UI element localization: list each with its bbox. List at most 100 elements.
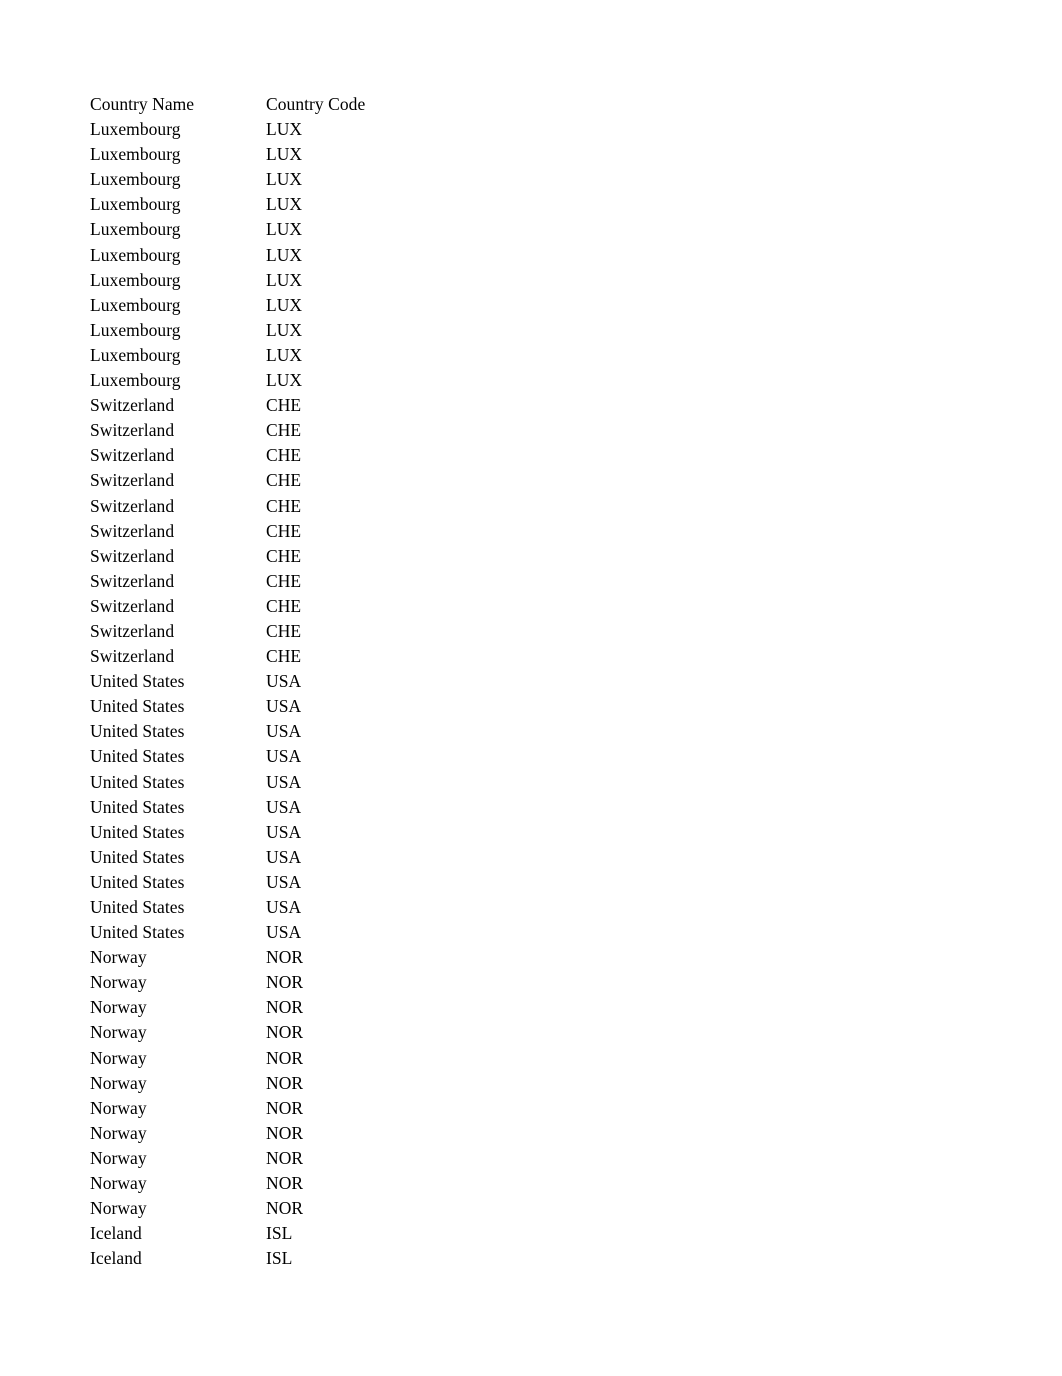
cell-country-code: USA xyxy=(266,746,302,767)
cell-country-code: LUX xyxy=(266,269,303,290)
cell-country-name: Norway xyxy=(90,1198,147,1219)
cell-country-name: Luxembourg xyxy=(90,319,181,340)
cell-country-name: Norway xyxy=(90,1147,147,1168)
table-row: Luxembourg LUX xyxy=(90,343,990,368)
cell-country-code: CHE xyxy=(266,595,302,616)
table-row: Switzerland CHE xyxy=(90,468,990,493)
cell-country-code: USA xyxy=(266,771,302,792)
cell-country-name: Luxembourg xyxy=(90,144,181,165)
table-row: Luxembourg LUX xyxy=(90,167,990,192)
table-row: Switzerland CHE xyxy=(90,443,990,468)
document-page: Country Name Country Code Luxembourg LUX L… xyxy=(0,0,1062,1376)
cell-country-code: LUX xyxy=(266,294,303,315)
table-row: United States USA xyxy=(90,744,990,769)
cell-country-code: NOR xyxy=(266,1198,304,1219)
cell-country-name: Norway xyxy=(90,947,147,968)
cell-country-code: CHE xyxy=(266,395,302,416)
cell-country-code: LUX xyxy=(266,370,303,391)
cell-country-name: Luxembourg xyxy=(90,370,181,391)
cell-country-name: Switzerland xyxy=(90,445,175,466)
cell-country-name: Luxembourg xyxy=(90,169,181,190)
cell-country-name: Luxembourg xyxy=(90,344,181,365)
table-row: Norway NOR xyxy=(90,1196,990,1221)
table-row: Luxembourg LUX xyxy=(90,368,990,393)
cell-country-code: CHE xyxy=(266,420,302,441)
table-row: Switzerland CHE xyxy=(90,644,990,669)
table-row: Norway NOR xyxy=(90,945,990,970)
cell-country-code: LUX xyxy=(266,169,303,190)
table-row: United States USA xyxy=(90,895,990,920)
cell-country-code: USA xyxy=(266,696,302,717)
cell-country-name: Iceland xyxy=(90,1248,142,1269)
cell-country-name: Luxembourg xyxy=(90,269,181,290)
cell-country-name: Norway xyxy=(90,972,147,993)
cell-country-code: CHE xyxy=(266,445,302,466)
table-row: Luxembourg LUX xyxy=(90,293,990,318)
cell-country-code: USA xyxy=(266,897,302,917)
table-row: Luxembourg LUX xyxy=(90,268,990,293)
cell-country-name: Norway xyxy=(90,997,147,1018)
table-row: Switzerland CHE xyxy=(90,494,990,519)
cell-country-name: United States xyxy=(90,871,185,892)
table-row: Norway NOR xyxy=(90,1146,990,1171)
cell-country-code: CHE xyxy=(266,545,302,566)
cell-country-name: Switzerland xyxy=(90,646,175,667)
table-row: Switzerland CHE xyxy=(90,594,990,619)
table-row: United States USA xyxy=(90,669,990,694)
table-row: Switzerland CHE xyxy=(90,393,990,418)
cell-country-code: USA xyxy=(266,796,302,817)
table-row: United States USA xyxy=(90,770,990,795)
cell-country-code: NOR xyxy=(266,972,304,993)
column-header-country-name: Country Name xyxy=(90,94,195,114)
cell-country-code: LUX xyxy=(266,344,303,365)
cell-country-code: USA xyxy=(266,721,302,742)
cell-country-code: USA xyxy=(266,846,302,867)
cell-country-code: LUX xyxy=(266,194,303,215)
table-row: Switzerland CHE xyxy=(90,619,990,644)
cell-country-name: Switzerland xyxy=(90,495,175,516)
cell-country-code: NOR xyxy=(266,1173,304,1194)
table-row: Norway NOR xyxy=(90,1020,990,1045)
cell-country-name: United States xyxy=(90,696,185,717)
cell-country-name: United States xyxy=(90,746,185,767)
cell-country-name: Luxembourg xyxy=(90,194,181,215)
cell-country-code: USA xyxy=(266,821,302,842)
cell-country-code: NOR xyxy=(266,997,304,1018)
cell-country-code: USA xyxy=(266,671,302,692)
cell-country-name: United States xyxy=(90,721,185,742)
table-row: United States USA xyxy=(90,920,990,945)
cell-country-name: Luxembourg xyxy=(90,294,181,315)
cell-country-name: Switzerland xyxy=(90,420,175,441)
table-row: Norway NOR xyxy=(90,1046,990,1071)
table-row: United States USA xyxy=(90,870,990,895)
table-row: United States USA xyxy=(90,694,990,719)
cell-country-name: Norway xyxy=(90,1173,147,1194)
cell-country-code: NOR xyxy=(266,1072,304,1093)
cell-country-code: LUX xyxy=(266,244,303,265)
table-row: Switzerland CHE xyxy=(90,544,990,569)
cell-country-code: USA xyxy=(266,922,302,943)
cell-country-code: ISL xyxy=(266,1223,293,1244)
table-row: Luxembourg LUX xyxy=(90,318,990,343)
cell-country-code: CHE xyxy=(266,470,302,491)
cell-country-name: Switzerland xyxy=(90,395,175,416)
cell-country-name: Switzerland xyxy=(90,520,175,541)
cell-country-code: CHE xyxy=(266,495,302,516)
table-row: Luxembourg LUX xyxy=(90,192,990,217)
cell-country-name: Luxembourg xyxy=(90,119,181,140)
table-row: Luxembourg LUX xyxy=(90,117,990,142)
cell-country-code: USA xyxy=(266,871,302,892)
cell-country-code: NOR xyxy=(266,947,304,968)
cell-country-name: United States xyxy=(90,821,185,842)
cell-country-name: Norway xyxy=(90,1122,147,1143)
table-row: Switzerland CHE xyxy=(90,519,990,544)
column-header-country-code: Country Code xyxy=(266,94,366,114)
cell-country-code: LUX xyxy=(266,144,303,165)
cell-country-code: NOR xyxy=(266,1122,304,1143)
cell-country-name: United States xyxy=(90,846,185,867)
cell-country-code: NOR xyxy=(266,1097,304,1118)
cell-country-code: CHE xyxy=(266,520,302,541)
cell-country-code: LUX xyxy=(266,319,303,340)
cell-country-name: Norway xyxy=(90,1072,147,1093)
table-row: United States USA xyxy=(90,820,990,845)
